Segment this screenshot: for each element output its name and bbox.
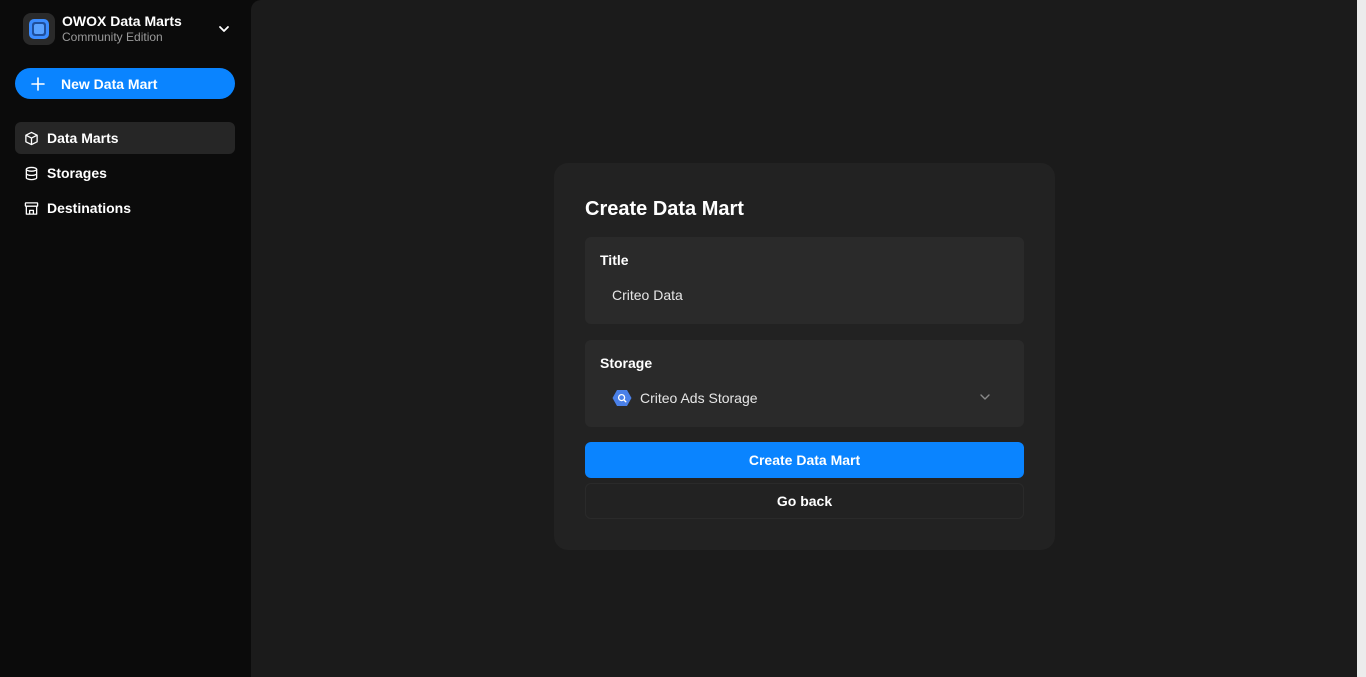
storage-select-value: Criteo Ads Storage <box>640 389 758 406</box>
storage-field: Storage Criteo Ads Storage <box>585 340 1024 427</box>
title-field: Title <box>585 237 1024 324</box>
chevron-down-icon <box>979 391 993 405</box>
app-window: OWOX Data Marts Community Edition New Da… <box>0 0 1366 677</box>
new-data-mart-label: New Data Mart <box>61 75 158 92</box>
sidebar: OWOX Data Marts Community Edition New Da… <box>0 0 250 677</box>
brand-switcher[interactable]: OWOX Data Marts Community Edition <box>23 12 235 46</box>
storage-select[interactable]: Criteo Ads Storage <box>600 380 1009 415</box>
sidebar-item-label: Destinations <box>47 200 132 216</box>
sidebar-item-label: Data Marts <box>47 130 119 146</box>
bigquery-icon <box>612 388 632 408</box>
create-data-mart-card: Create Data Mart Title Storage Criteo Ad… <box>554 163 1055 550</box>
cube-icon <box>23 130 39 146</box>
scrollbar[interactable] <box>1357 0 1366 677</box>
page-title: Create Data Mart <box>585 198 744 220</box>
sidebar-item-storages[interactable]: Storages <box>15 157 235 189</box>
title-field-label: Title <box>600 252 629 268</box>
plus-icon <box>31 76 45 91</box>
title-input[interactable] <box>600 277 1009 312</box>
database-icon <box>23 165 39 181</box>
sidebar-item-label: Storages <box>47 165 107 181</box>
go-back-button[interactable]: Go back <box>585 483 1024 519</box>
brand-edition: Community Edition <box>62 30 163 44</box>
destination-icon <box>23 200 39 216</box>
create-data-mart-button[interactable]: Create Data Mart <box>585 442 1024 478</box>
storage-field-label: Storage <box>600 355 653 371</box>
chevron-down-icon <box>217 22 231 36</box>
new-data-mart-button[interactable]: New Data Mart <box>15 68 235 99</box>
sidebar-item-data-marts[interactable]: Data Marts <box>15 122 235 154</box>
sidebar-nav: Data Marts Storages Destinations <box>15 122 235 227</box>
owox-logo-icon <box>23 13 55 45</box>
brand-text: OWOX Data Marts Community Edition <box>62 13 217 45</box>
brand-name: OWOX Data Marts <box>62 13 182 29</box>
sidebar-item-destinations[interactable]: Destinations <box>15 192 235 224</box>
